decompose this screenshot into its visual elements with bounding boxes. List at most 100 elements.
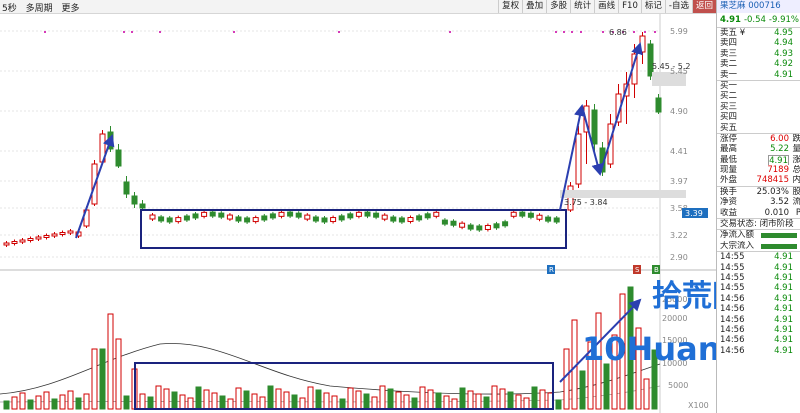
candle-body [19,239,26,243]
volume-bar [123,395,130,410]
volume-bar [43,391,50,410]
price-tick-label: 4.41 [670,147,688,156]
candle-body [149,214,156,220]
volume-bar [179,394,186,410]
volume-bar [51,398,58,410]
stat-row: 外盘 748415 内 [720,175,800,186]
candle-body [235,216,242,222]
candle-body [493,223,500,229]
volume-bar [387,388,394,410]
price-tick-label: 3.97 [670,177,688,186]
candle-body [364,211,371,217]
tick-row: 14:56 4.91 [720,324,793,335]
candle-body [373,212,380,218]
stats-table: 涨停 6.00 跌 最高 5.22 量 最低 4.91 涨 现量 7189 总 外盘 748415… [717,132,800,186]
volume-bar [227,398,234,410]
signal-dot [159,31,161,33]
volume-bar [291,394,298,410]
volume-ma-line [0,343,661,395]
candle-body [3,242,10,246]
volume-bar [331,395,338,410]
signal-dot [633,31,635,33]
volume-bar [99,348,106,410]
candle-body [209,211,216,217]
multi-stock-button[interactable]: 多股 [546,0,570,13]
signal-dot [44,31,46,33]
price-line: 4.91 -0.54 -9.91% [717,13,800,27]
candle-body [115,149,122,167]
volume-bar [379,385,386,410]
sell-level: 卖五 ¥4.95 [720,28,793,38]
stock-header: 果芝麻 000716 [717,0,800,13]
overlay-button[interactable]: 叠加 [522,0,546,13]
candle-body [35,236,42,240]
resistance-zone-label: 5.45 - 5.2 [652,62,691,71]
signal-dot [123,31,125,33]
volume-bar [459,387,466,410]
volume-bar [219,395,226,410]
volume-bar [499,388,506,410]
candle-body [545,216,552,222]
candle-body [287,211,294,217]
volume-bar [59,394,66,410]
volume-bar [275,388,282,410]
signal-dot [449,31,451,33]
volume-bar [11,396,18,410]
back-button[interactable]: 返回 [691,0,716,13]
candle-body [591,109,598,145]
volume-bar [515,394,522,410]
candle-body [536,214,543,220]
candle-body [424,213,431,219]
volume-bar [203,389,210,410]
period-5s[interactable]: 5秒 [2,4,17,14]
f10-button[interactable]: F10 [618,0,641,13]
candle-body [67,230,74,234]
candle-body [639,35,646,53]
volume-bar [491,385,498,410]
flow-bar [761,233,797,239]
tick-row: 14:55 4.91 [720,252,793,263]
volume-bar [395,391,402,410]
draw-line-button[interactable]: 画线 [594,0,618,13]
volume-bar [643,378,650,410]
volume-bar [443,395,450,410]
volume-bar [107,313,114,410]
candle-body [519,211,526,217]
candle-body [244,217,251,223]
volume-bar [419,386,426,410]
tick-row: 14:55 4.91 [720,262,793,273]
signal-dot [571,31,573,33]
candle-body [355,211,362,217]
self-select-button[interactable]: -自选 [664,0,692,13]
statistics-button[interactable]: 统计 [570,0,594,13]
sell-book: 卖五 ¥4.95 卖四 4.94 卖三 4.93 卖二 4.92 卖一 4.91 [717,27,800,80]
candle-body [441,219,448,225]
candle-body [655,97,662,113]
candle-body [330,217,337,223]
volume-bar [147,396,154,410]
multi-period-button[interactable]: 多周期 [26,4,53,14]
buy-level: 买四 [720,112,738,123]
volume-bar [195,386,202,410]
volume-bar [163,388,170,410]
volume-bar [563,348,570,410]
candle-body [347,213,354,219]
mark-button[interactable]: 标记 [640,0,665,13]
more-button[interactable]: 更多 [62,4,80,14]
volume-bar [155,385,162,410]
candle-body [295,212,302,218]
tick-row: 14:55 4.91 [720,272,793,283]
candle-body [502,221,509,227]
volume-bar [19,392,26,410]
volume-bar [523,397,530,410]
support-zone [560,190,686,198]
volume-bar [467,390,474,410]
buy-level: 买二 [720,91,738,102]
adjust-button[interactable]: 复权 [498,0,522,13]
volume-bar [339,398,346,410]
volume-bar [371,396,378,410]
trade-status: 交易状态: 闭市阶段 [717,218,800,229]
candle-body [192,213,199,219]
volume-bar [483,396,490,410]
stat-row: 现量 7189 总 [720,165,800,176]
